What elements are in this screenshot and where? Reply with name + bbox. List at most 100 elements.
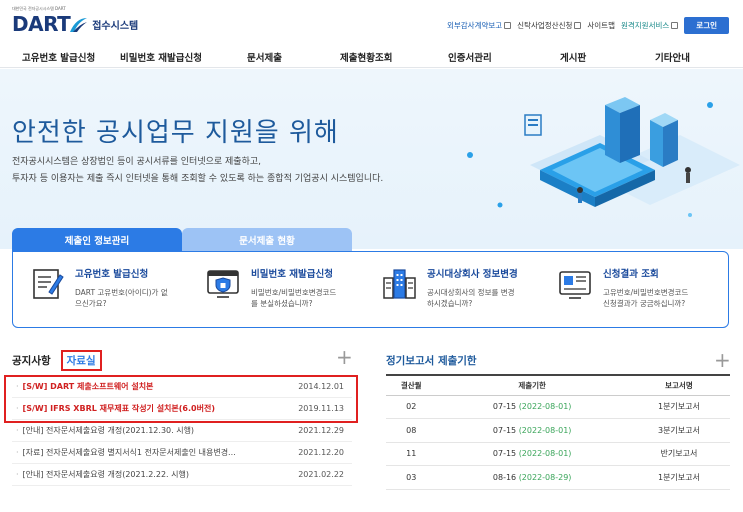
external-link-icon bbox=[671, 22, 679, 29]
table-header-row: 결산월 제출기한 보고서명 bbox=[386, 374, 730, 396]
link-label: 원격지원서비스 bbox=[620, 21, 670, 30]
report-name: 3분기보고서 bbox=[627, 418, 730, 443]
notice-date: 2021.12.29 bbox=[298, 426, 344, 435]
service-password-reissue[interactable]: 비밀번호 재발급신청 비밀번호/비밀번호변경코드 를 분실하셨습니까? bbox=[205, 266, 336, 309]
hero-desc-line-1: 전자공시시스템은 상장법인 등이 공시서류를 인터넷으로 제출하고, bbox=[12, 157, 262, 167]
isometric-illustration bbox=[467, 97, 740, 217]
extended-deadline: (2022-08-29) bbox=[518, 472, 572, 482]
deadline-cell: 07-15 (2022-08-01) bbox=[436, 442, 628, 466]
bullet-icon: · bbox=[16, 470, 19, 479]
service-result-inquiry[interactable]: 신청결과 조회 고유번호/비밀번호변경코드 신청결과가 궁금하십니까? bbox=[557, 266, 688, 309]
nav-item-other-info[interactable]: 기타안내 bbox=[655, 50, 690, 64]
table-row: 08 07-15 (2022-08-01) 3분기보고서 bbox=[386, 418, 730, 443]
tab-submission-status[interactable]: 문서제출 현황 bbox=[182, 228, 352, 252]
deadline-cell: 07-15 (2022-08-01) bbox=[436, 418, 628, 443]
deadline: 07-15 bbox=[492, 449, 517, 459]
report-deadline-title: 정기보고서 제출기한 bbox=[386, 355, 477, 367]
notice-date: 2021.02.22 bbox=[298, 470, 344, 479]
service-company-info-change[interactable]: 공시대상회사 정보변경 공시대상회사의 정보를 변경 하시겠습니까? bbox=[381, 266, 518, 309]
service-title: 고유번호 발급신청 bbox=[75, 269, 149, 280]
table-row: 02 07-15 (2022-08-01) 1분기보고서 bbox=[386, 395, 730, 419]
nav-item-submission-status[interactable]: 제출현황조회 bbox=[340, 50, 392, 64]
hero-description: 전자공시시스템은 상장법인 등이 공시서류를 인터넷으로 제출하고, 투자자 등… bbox=[12, 154, 383, 188]
service-title: 신청결과 조회 bbox=[603, 269, 659, 280]
deadline: 07-15 bbox=[492, 425, 517, 435]
nav-item-certificate[interactable]: 인증서관리 bbox=[448, 50, 492, 64]
document-icon bbox=[559, 271, 591, 299]
list-item[interactable]: · [안내] 전자문서제출요령 개정(2021.12.30. 시행) 2021.1… bbox=[12, 420, 352, 442]
form-icon bbox=[33, 269, 64, 299]
hero-desc-line-2: 투자자 등 이용자는 제출 즉시 인터넷을 통해 조회할 수 있도록 하는 종합… bbox=[12, 174, 384, 184]
sitemap-link[interactable]: 사이트맵 bbox=[587, 20, 615, 31]
building-icon bbox=[383, 269, 416, 299]
column-header: 결산월 bbox=[386, 374, 437, 396]
column-header: 보고서명 bbox=[627, 374, 730, 396]
logo-swoosh-icon bbox=[70, 18, 88, 32]
link-label: 신탁사업정산신청 bbox=[517, 21, 573, 30]
bullet-icon: · bbox=[16, 426, 19, 435]
link-label: 외부감사계약보고 bbox=[446, 21, 503, 30]
column-header: 제출기한 bbox=[436, 374, 628, 396]
list-item[interactable]: · [안내] 전자문서제출요령 개정(2021.2.22. 시행) 2021.02… bbox=[12, 464, 352, 486]
tab-library[interactable]: 자료실 bbox=[60, 350, 102, 371]
report-more-icon[interactable]: + bbox=[714, 348, 731, 372]
service-desc-1: 공시대상회사의 정보를 변경 bbox=[427, 288, 515, 297]
dart-logo[interactable]: 대한민국 전자공시시스템 DART DART 접수시스템 bbox=[12, 6, 139, 36]
settlement-month: 03 bbox=[386, 465, 437, 490]
notice-tabs: 공지사항 자료실 bbox=[12, 350, 102, 371]
service-title: 비밀번호 재발급신청 bbox=[251, 269, 333, 280]
service-desc-2: 으신가요? bbox=[75, 299, 107, 308]
service-desc-1: 고유번호/비밀번호변경코드 bbox=[603, 288, 689, 297]
nav-item-id-issue[interactable]: 고유번호 발급신청 bbox=[22, 50, 95, 64]
report-name: 반기보고서 bbox=[627, 442, 730, 466]
extended-deadline: (2022-08-01) bbox=[518, 449, 572, 459]
deadline-cell: 07-15 (2022-08-01) bbox=[436, 395, 628, 419]
notice-title: [자료] 전자문서제출요령 별지서식1 전자문서제출인 내용변경... bbox=[22, 448, 236, 457]
login-button[interactable]: 로그인 bbox=[684, 17, 729, 34]
settlement-month: 08 bbox=[386, 418, 437, 443]
report-deadline-table: 결산월 제출기한 보고서명 02 07-15 (2022-08-01) 1분기보… bbox=[386, 374, 730, 490]
external-link-icon bbox=[504, 22, 512, 29]
main-nav: 고유번호 발급신청 비밀번호 재발급신청 문서제출 제출현황조회 인증서관리 게… bbox=[0, 44, 743, 68]
service-desc-2: 를 분실하셨습니까? bbox=[251, 299, 313, 308]
settlement-month: 11 bbox=[386, 442, 437, 466]
top-bar: 대한민국 전자공시시스템 DART DART 접수시스템 외부감사계약보고 신탁… bbox=[0, 0, 743, 40]
notice-title: [안내] 전자문서제출요령 개정(2021.2.22. 시행) bbox=[22, 470, 189, 479]
notice-date: 2021.12.20 bbox=[298, 448, 344, 457]
extended-deadline: (2022-08-01) bbox=[518, 402, 572, 412]
trust-settlement-link[interactable]: 신탁사업정산신청 bbox=[517, 20, 582, 31]
nav-item-board[interactable]: 게시판 bbox=[560, 50, 586, 64]
logo-subtitle: 접수시스템 bbox=[92, 21, 139, 32]
settlement-month: 02 bbox=[386, 395, 437, 419]
notice-title: [안내] 전자문서제출요령 개정(2021.12.30. 시행) bbox=[22, 426, 195, 435]
deadline: 07-15 bbox=[492, 402, 517, 412]
highlight-box bbox=[4, 375, 358, 423]
service-id-issue[interactable]: 고유번호 발급신청 DART 고유번호(아이디)가 없 으신가요? bbox=[29, 266, 168, 309]
bullet-icon: · bbox=[16, 448, 19, 457]
notice-more-icon[interactable]: + bbox=[336, 345, 353, 369]
nav-item-document-submit[interactable]: 문서제출 bbox=[247, 50, 282, 64]
lock-monitor-icon bbox=[207, 270, 239, 298]
link-label: 사이트맵 bbox=[587, 21, 615, 30]
service-title: 공시대상회사 정보변경 bbox=[427, 269, 518, 280]
external-link-icon bbox=[574, 22, 582, 29]
hero-title: 안전한 공시업무 지원을 위해 bbox=[12, 118, 339, 148]
remote-support-link[interactable]: 원격지원서비스 bbox=[620, 20, 679, 31]
external-audit-link[interactable]: 외부감사계약보고 bbox=[446, 20, 512, 31]
service-desc-2: 신청결과가 궁금하십니까? bbox=[603, 299, 686, 308]
nav-item-password-reissue[interactable]: 비밀번호 재발급신청 bbox=[120, 50, 202, 64]
deadline-cell: 08-16 (2022-08-29) bbox=[436, 465, 628, 490]
logo-text: DART bbox=[12, 12, 71, 36]
tab-notices[interactable]: 공지사항 bbox=[12, 353, 51, 368]
utility-links: 외부감사계약보고 신탁사업정산신청 사이트맵 원격지원서비스 로그인 bbox=[447, 17, 729, 34]
service-panel: 고유번호 발급신청 DART 고유번호(아이디)가 없 으신가요? 비밀번호 재… bbox=[12, 251, 729, 328]
logo-tagline: 대한민국 전자공시시스템 DART bbox=[12, 6, 66, 11]
extended-deadline: (2022-08-01) bbox=[518, 425, 572, 435]
service-desc-2: 하시겠습니까? bbox=[427, 299, 473, 308]
table-row: 03 08-16 (2022-08-29) 1분기보고서 bbox=[386, 465, 730, 490]
service-tabs: 제출인 정보관리 문서제출 현황 bbox=[12, 228, 352, 252]
service-desc-1: DART 고유번호(아이디)가 없 bbox=[75, 288, 168, 297]
list-item[interactable]: · [자료] 전자문서제출요령 별지서식1 전자문서제출인 내용변경... 202… bbox=[12, 442, 352, 464]
tab-submitter-info[interactable]: 제출인 정보관리 bbox=[12, 228, 182, 252]
service-desc-1: 비밀번호/비밀번호변경코드 bbox=[251, 288, 337, 297]
